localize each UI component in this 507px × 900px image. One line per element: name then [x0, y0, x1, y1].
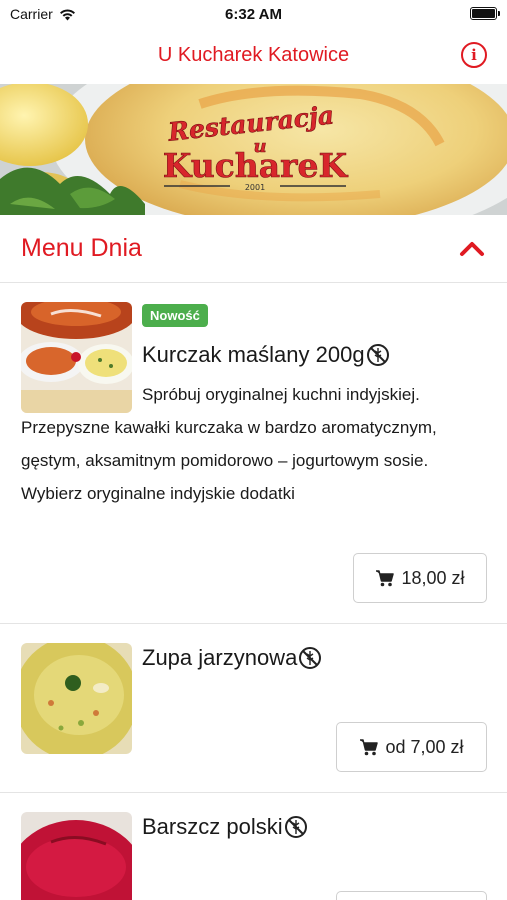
cart-icon — [376, 570, 395, 587]
menu-dnia-header[interactable]: Menu Dnia — [0, 215, 507, 283]
no-gluten-icon — [284, 816, 307, 838]
dish-description: Spróbuj oryginalnej kuchni indyjskiej. P… — [21, 385, 437, 503]
menu-item[interactable]: Zupa jarzynowa od 7,00 zł — [0, 625, 507, 793]
no-gluten-icon — [299, 647, 322, 669]
no-gluten-icon — [366, 344, 389, 366]
dish-title: Barszcz polski — [142, 814, 308, 840]
restaurant-banner: Restauracja u KuchareK 2001 — [0, 84, 507, 215]
logo-year: 2001 — [245, 183, 265, 192]
page-title: U Kucharek Katowice — [157, 44, 350, 66]
section-title: Menu Dnia — [21, 234, 142, 262]
dish-title-text: Zupa jarzynowa — [142, 645, 298, 670]
price-label: 18,00 zł — [401, 567, 465, 588]
price-label: od 7,00 zł — [385, 736, 464, 757]
add-to-cart-button[interactable]: od 7,00 zł — [336, 722, 487, 772]
cart-icon — [360, 739, 379, 756]
clock: 6:32 AM — [225, 6, 282, 23]
status-bar: Carrier 6:32 AM — [0, 0, 507, 30]
menu-item[interactable]: Nowość Kurczak maślany 200g Spróbuj oryg… — [0, 284, 507, 624]
svg-text:KuchareK: KuchareK — [163, 146, 349, 185]
dish-title-text: Barszcz polski — [142, 814, 283, 839]
dish-photo — [21, 812, 132, 900]
add-to-cart-button[interactable] — [336, 891, 487, 900]
dish-title: Zupa jarzynowa — [142, 645, 322, 671]
banner-image: Restauracja u KuchareK 2001 — [0, 84, 507, 215]
navigation-bar: U Kucharek Katowice i — [0, 30, 507, 84]
info-icon[interactable]: i — [461, 42, 487, 68]
add-to-cart-button[interactable]: 18,00 zł — [353, 553, 487, 603]
menu-item[interactable]: Barszcz polski — [0, 794, 507, 900]
battery-icon — [470, 7, 500, 20]
dish-title: Kurczak maślany 200g — [142, 342, 390, 368]
new-badge: Nowość — [142, 304, 208, 327]
chevron-up-icon[interactable] — [459, 239, 485, 257]
dish-title-text: Kurczak maślany 200g — [142, 342, 365, 367]
dish-photo — [21, 643, 132, 754]
